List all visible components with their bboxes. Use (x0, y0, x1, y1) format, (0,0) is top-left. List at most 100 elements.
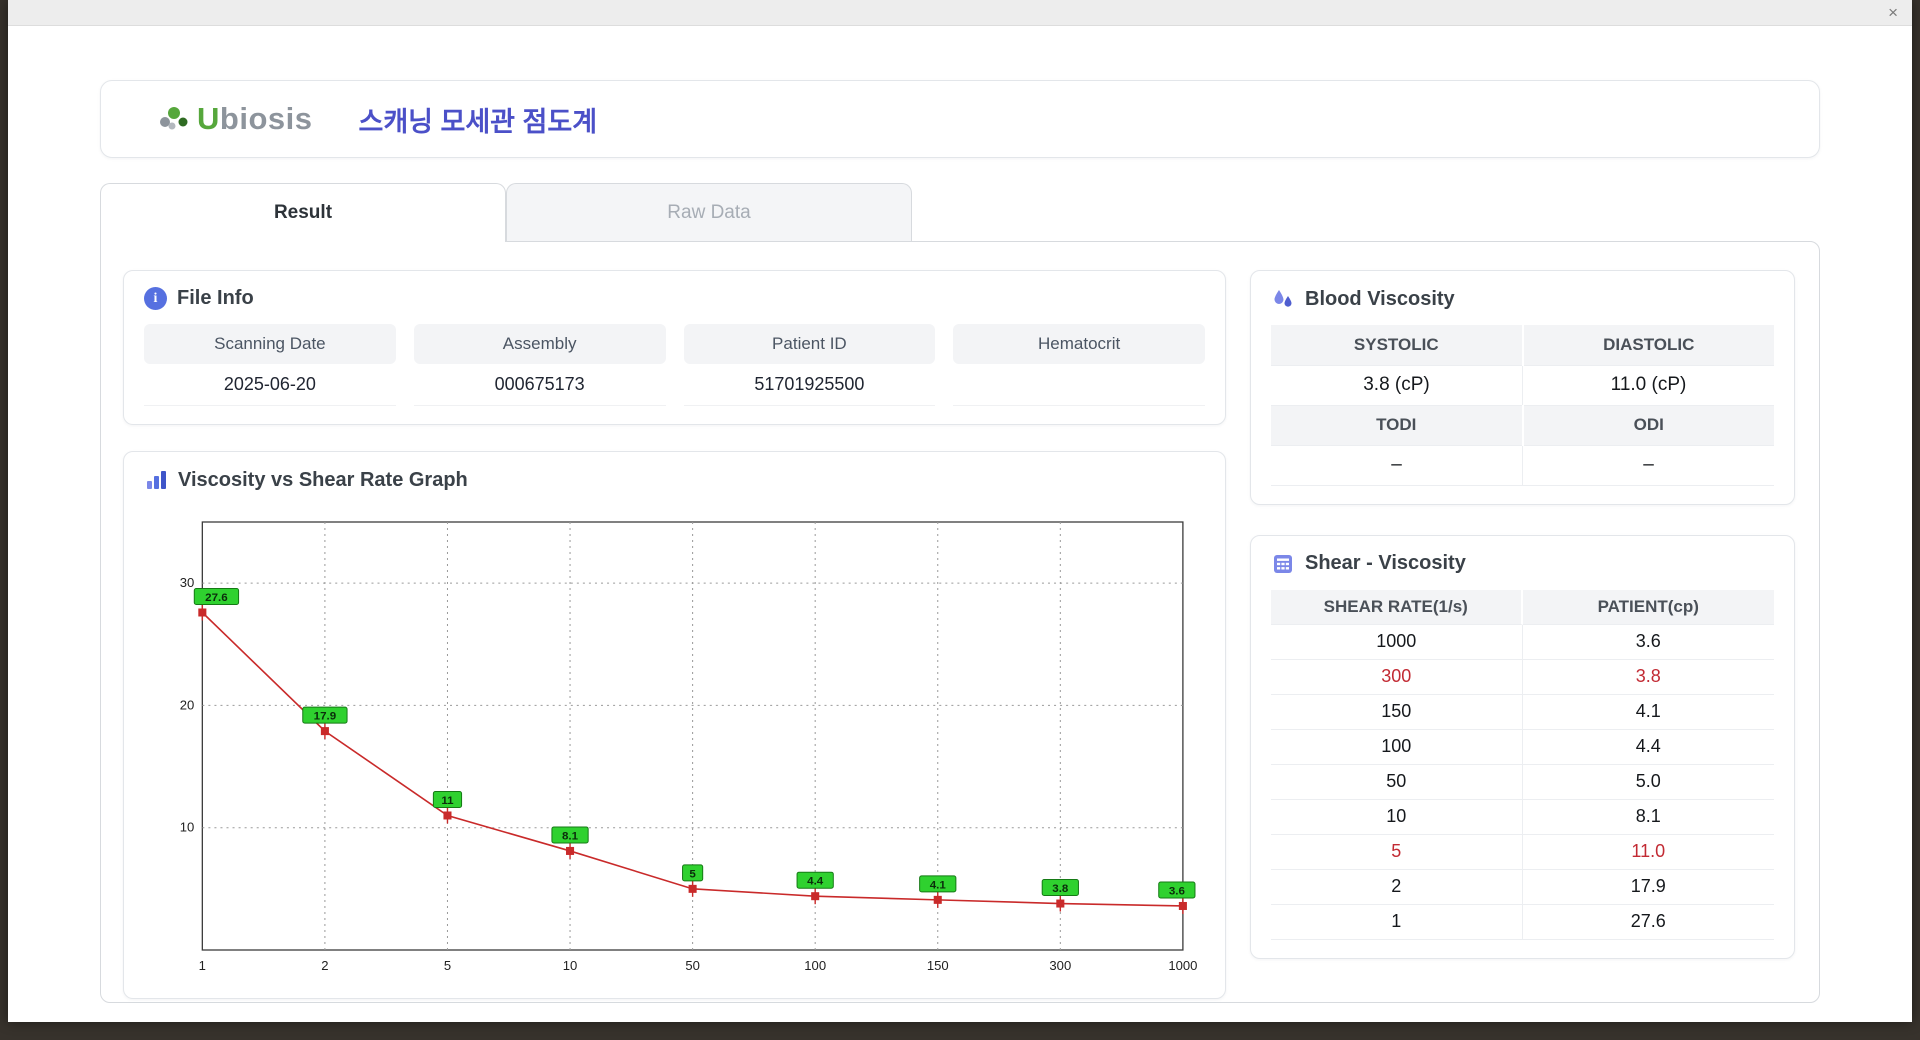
shear-rate-value: 5 (1271, 834, 1523, 870)
svg-text:150: 150 (927, 958, 949, 973)
shear-rate-value: 1 (1271, 904, 1523, 940)
shear-rate-value: 100 (1271, 729, 1523, 765)
patient-viscosity-value: 27.6 (1522, 905, 1774, 940)
tab-result[interactable]: Result (100, 183, 506, 242)
info-icon: i (144, 287, 167, 310)
svg-text:30: 30 (180, 575, 195, 590)
right-column: Blood Viscosity SYSTOLIC DIASTOLIC 3.8 (… (1250, 270, 1795, 999)
patient-viscosity-value: 3.8 (1522, 660, 1774, 695)
viscosity-chart: 10 20 30 1 2 5 10 50 100 150 300 1000 27.6 17.9 11 8.1 5… (180, 521, 1197, 973)
page-content: Ubiosis 스캐닝 모세관 점도계 Result Raw Data i Fi… (8, 26, 1912, 1022)
table-header-row: SHEAR RATE(1/s) PATIENT(cp) (1271, 589, 1774, 625)
shear-rate-column-header: SHEAR RATE(1/s) (1271, 589, 1523, 625)
table-row: 300 3.8 (1271, 659, 1774, 695)
blood-viscosity-card: Blood Viscosity SYSTOLIC DIASTOLIC 3.8 (… (1250, 270, 1795, 505)
field-label: Assembly (413, 324, 666, 364)
viscosity-graph-card: Viscosity vs Shear Rate Graph 10 20 30 1 2 5 1… (123, 451, 1226, 999)
svg-text:5: 5 (444, 958, 451, 973)
table-row: TODI ODI (1271, 405, 1774, 446)
shear-viscosity-title: Shear - Viscosity (1305, 552, 1466, 574)
app-window: × Ubiosis 스캐닝 모세관 점도계 Result Raw Data i … (8, 0, 1912, 1022)
svg-text:10: 10 (180, 820, 195, 835)
svg-text:1000: 1000 (1168, 958, 1197, 973)
shear-viscosity-table: SHEAR RATE(1/s) PATIENT(cp) 1000 3.6 300… (1271, 589, 1774, 940)
tab-raw-data[interactable]: Raw Data (506, 183, 912, 241)
systolic-value: 3.8 (cP) (1271, 365, 1523, 406)
field-assembly: Assembly 000675173 (413, 324, 666, 406)
shear-rate-value: 10 (1271, 799, 1523, 835)
svg-text:50: 50 (685, 958, 700, 973)
patient-viscosity-value: 8.1 (1522, 800, 1774, 835)
graph-title: Viscosity vs Shear Rate Graph (178, 468, 468, 491)
table-row: 100 4.4 (1271, 729, 1774, 765)
file-info-card: i File Info Scanning Date 2025-06-20 Ass… (123, 270, 1226, 425)
table-row: 5 11.0 (1271, 834, 1774, 870)
logo-dots-icon (160, 107, 188, 130)
page-title: 스캐닝 모세관 점도계 (358, 106, 598, 137)
patient-viscosity-value: 17.9 (1522, 870, 1774, 905)
field-value: 51701925500 (683, 364, 936, 406)
svg-text:3.8: 3.8 (1052, 883, 1069, 895)
patient-viscosity-value: 5.0 (1522, 765, 1774, 800)
svg-text:3.6: 3.6 (1169, 886, 1185, 898)
table-row: SYSTOLIC DIASTOLIC (1271, 325, 1774, 366)
odi-header: ODI (1522, 405, 1774, 446)
svg-text:17.9: 17.9 (314, 711, 336, 723)
todi-header: TODI (1271, 405, 1524, 446)
shear-rate-value: 150 (1271, 694, 1523, 730)
svg-text:4.1: 4.1 (930, 879, 947, 891)
svg-text:100: 100 (804, 958, 826, 973)
file-info-title: File Info (177, 287, 254, 309)
shear-rate-value: 2 (1271, 869, 1523, 905)
file-info-grid: Scanning Date 2025-06-20 Assembly 000675… (144, 324, 1205, 406)
field-label: Hematocrit (953, 324, 1205, 364)
todi-value: – (1271, 445, 1523, 486)
table-row: – – (1271, 445, 1774, 486)
bar-chart-icon (147, 471, 166, 489)
diastolic-value: 11.0 (cP) (1522, 365, 1774, 406)
svg-text:20: 20 (180, 697, 195, 712)
svg-text:11: 11 (441, 795, 454, 807)
ubiosis-logo: Ubiosis (157, 101, 312, 137)
patient-viscosity-value: 4.1 (1522, 695, 1774, 730)
patient-viscosity-value: 11.0 (1522, 835, 1774, 870)
brand-u: U (197, 101, 220, 136)
shear-rate-value: 1000 (1271, 624, 1523, 660)
field-value: 000675173 (413, 364, 666, 406)
tab-bar: Result Raw Data (100, 183, 1820, 242)
field-hematocrit: Hematocrit (953, 324, 1205, 406)
header-card: Ubiosis 스캐닝 모세관 점도계 (100, 80, 1820, 158)
table-row: 2 17.9 (1271, 869, 1774, 905)
field-label: Patient ID (683, 324, 936, 364)
close-icon[interactable]: × (1884, 4, 1902, 21)
table-row: 10 8.1 (1271, 799, 1774, 835)
svg-text:2: 2 (321, 958, 328, 973)
shear-rate-value: 300 (1271, 659, 1523, 695)
field-scanning-date: Scanning Date 2025-06-20 (144, 324, 396, 406)
table-row: 150 4.1 (1271, 694, 1774, 730)
shear-viscosity-card: Shear - Viscosity SHEAR RATE(1/s) PATIEN… (1250, 534, 1795, 959)
svg-text:1: 1 (199, 958, 206, 973)
field-value: 2025-06-20 (144, 364, 396, 406)
field-patient-id: Patient ID 51701925500 (683, 324, 936, 406)
titlebar: × (8, 0, 1912, 26)
table-row: 3.8 (cP) 11.0 (cP) (1271, 365, 1774, 406)
left-column: i File Info Scanning Date 2025-06-20 Ass… (123, 270, 1226, 999)
shear-rate-value: 50 (1271, 764, 1523, 800)
patient-column-header: PATIENT(cp) (1522, 589, 1774, 625)
systolic-header: SYSTOLIC (1271, 325, 1524, 366)
table-row: 50 5.0 (1271, 764, 1774, 800)
water-drops-icon (1274, 290, 1292, 307)
svg-text:27.6: 27.6 (205, 592, 227, 604)
odi-value: – (1522, 445, 1774, 486)
field-label: Scanning Date (144, 324, 396, 364)
svg-text:300: 300 (1049, 958, 1071, 973)
diastolic-header: DIASTOLIC (1522, 325, 1774, 366)
brand-text: Ubiosis (197, 101, 312, 137)
blood-viscosity-table: SYSTOLIC DIASTOLIC 3.8 (cP) 11.0 (cP) TO… (1271, 325, 1774, 486)
table-row: 1 27.6 (1271, 904, 1774, 940)
chart-area: 10 20 30 1 2 5 10 50 100 150 300 1000 27.6 17.9 11 8.1 5… (144, 506, 1205, 980)
patient-viscosity-value: 4.4 (1522, 730, 1774, 765)
blood-viscosity-title: Blood Viscosity (1305, 287, 1455, 310)
svg-text:10: 10 (563, 958, 578, 973)
